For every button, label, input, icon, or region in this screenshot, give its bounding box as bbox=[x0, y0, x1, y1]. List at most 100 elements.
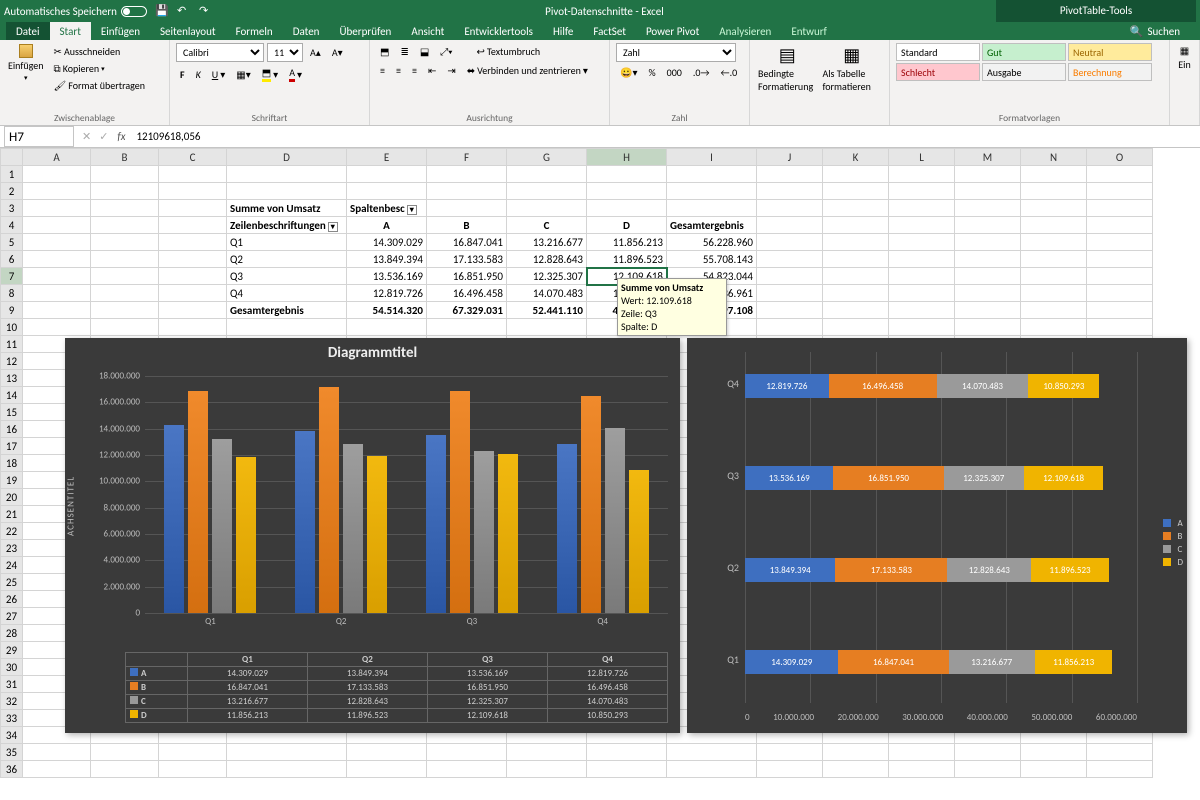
cell[interactable] bbox=[667, 761, 757, 778]
cell[interactable] bbox=[1087, 183, 1153, 200]
cell[interactable] bbox=[955, 166, 1021, 183]
cell[interactable] bbox=[955, 183, 1021, 200]
cell[interactable] bbox=[757, 217, 823, 234]
cell[interactable] bbox=[23, 302, 91, 319]
row-header[interactable]: 32 bbox=[1, 693, 23, 710]
cell[interactable] bbox=[23, 183, 91, 200]
cell[interactable] bbox=[1021, 234, 1087, 251]
fx-icon[interactable]: fx bbox=[112, 130, 130, 143]
row-header[interactable]: 33 bbox=[1, 710, 23, 727]
cell[interactable] bbox=[823, 251, 889, 268]
cell[interactable] bbox=[91, 285, 159, 302]
style-good[interactable]: Gut bbox=[982, 43, 1066, 61]
cell[interactable] bbox=[757, 166, 823, 183]
cell[interactable] bbox=[889, 200, 955, 217]
align-top-button[interactable]: ⬒ bbox=[376, 43, 393, 60]
cell[interactable] bbox=[91, 744, 159, 761]
cell[interactable]: 11.856.213 bbox=[587, 234, 667, 251]
name-box[interactable] bbox=[4, 126, 74, 147]
cell[interactable] bbox=[227, 319, 347, 336]
cell[interactable] bbox=[427, 166, 507, 183]
tab-developer[interactable]: Entwicklertools bbox=[454, 22, 543, 40]
cell[interactable] bbox=[91, 302, 159, 319]
cell[interactable] bbox=[757, 234, 823, 251]
cell[interactable] bbox=[23, 217, 91, 234]
cell[interactable] bbox=[91, 251, 159, 268]
cell[interactable] bbox=[823, 183, 889, 200]
search-box[interactable]: 🔍Suchen bbox=[1130, 25, 1180, 38]
row-header[interactable]: 19 bbox=[1, 472, 23, 489]
align-bottom-button[interactable]: ⬓ bbox=[416, 43, 433, 60]
cell[interactable] bbox=[227, 761, 347, 778]
row-header[interactable]: 5 bbox=[1, 234, 23, 251]
cell[interactable] bbox=[587, 200, 667, 217]
row-header[interactable]: 15 bbox=[1, 404, 23, 421]
cell[interactable]: 54.514.320 bbox=[347, 302, 427, 319]
cell[interactable] bbox=[889, 183, 955, 200]
cell[interactable] bbox=[955, 234, 1021, 251]
cell[interactable]: 14.070.483 bbox=[507, 285, 587, 302]
align-center-button[interactable]: ≡ bbox=[392, 62, 405, 79]
row-header[interactable]: 16 bbox=[1, 421, 23, 438]
cell[interactable] bbox=[955, 217, 1021, 234]
row-header[interactable]: 23 bbox=[1, 540, 23, 557]
tab-help[interactable]: Hilfe bbox=[543, 22, 583, 40]
cell[interactable] bbox=[1087, 761, 1153, 778]
cell[interactable]: Spaltenbesc▾ bbox=[347, 200, 427, 217]
row-header[interactable]: 7 bbox=[1, 268, 23, 285]
cancel-icon[interactable]: ✕ bbox=[78, 130, 95, 143]
cell[interactable] bbox=[889, 285, 955, 302]
cell[interactable] bbox=[23, 251, 91, 268]
cell[interactable] bbox=[667, 166, 757, 183]
cell[interactable] bbox=[955, 744, 1021, 761]
cell[interactable] bbox=[823, 285, 889, 302]
cell[interactable]: 14.309.029 bbox=[347, 234, 427, 251]
column-headers[interactable]: ABCDEFGHIJKLMNO bbox=[1, 149, 1153, 166]
tab-factset[interactable]: FactSet bbox=[583, 22, 636, 40]
cell[interactable] bbox=[823, 761, 889, 778]
cell[interactable] bbox=[667, 183, 757, 200]
enter-icon[interactable]: ✓ bbox=[95, 130, 112, 143]
cell[interactable] bbox=[347, 744, 427, 761]
cell[interactable] bbox=[955, 268, 1021, 285]
cell[interactable] bbox=[159, 285, 227, 302]
chart-title[interactable]: Diagrammtitel bbox=[65, 338, 680, 368]
cell[interactable] bbox=[91, 761, 159, 778]
tab-formulas[interactable]: Formeln bbox=[226, 22, 283, 40]
cell[interactable] bbox=[23, 234, 91, 251]
cell[interactable] bbox=[1021, 761, 1087, 778]
paste-button[interactable]: Einfügen▾ bbox=[6, 43, 46, 94]
underline-button[interactable]: U▾ bbox=[208, 66, 229, 83]
cell[interactable] bbox=[1021, 302, 1087, 319]
cell[interactable] bbox=[1021, 268, 1087, 285]
row-header[interactable]: 9 bbox=[1, 302, 23, 319]
row-header[interactable]: 21 bbox=[1, 506, 23, 523]
cell[interactable] bbox=[23, 268, 91, 285]
cell[interactable]: 12.819.726 bbox=[347, 285, 427, 302]
cell[interactable] bbox=[23, 319, 91, 336]
cell[interactable] bbox=[1021, 251, 1087, 268]
insert-cells-button[interactable]: ▦Ein bbox=[1176, 43, 1193, 72]
cell[interactable] bbox=[823, 234, 889, 251]
cell[interactable]: 67.329.031 bbox=[427, 302, 507, 319]
cell[interactable] bbox=[159, 251, 227, 268]
row-header[interactable]: 20 bbox=[1, 489, 23, 506]
format-as-table-button[interactable]: ▦Als Tabelle formatieren bbox=[820, 43, 883, 94]
style-standard[interactable]: Standard bbox=[896, 43, 980, 61]
copy-button[interactable]: ⧉Kopieren▾ bbox=[50, 60, 149, 77]
cell[interactable] bbox=[587, 183, 667, 200]
cell[interactable] bbox=[889, 761, 955, 778]
cell[interactable] bbox=[507, 183, 587, 200]
increase-font-button[interactable]: A▴ bbox=[306, 44, 325, 61]
cell[interactable] bbox=[823, 319, 889, 336]
cell[interactable]: 55.708.143 bbox=[667, 251, 757, 268]
cell[interactable] bbox=[507, 319, 587, 336]
row-header[interactable]: 13 bbox=[1, 370, 23, 387]
save-icon[interactable]: 💾 bbox=[155, 4, 169, 18]
cell[interactable] bbox=[91, 268, 159, 285]
row-header[interactable]: 4 bbox=[1, 217, 23, 234]
tab-powerpivot[interactable]: Power Pivot bbox=[636, 22, 709, 40]
cell[interactable] bbox=[159, 200, 227, 217]
cell[interactable] bbox=[91, 166, 159, 183]
cell[interactable] bbox=[1087, 319, 1153, 336]
